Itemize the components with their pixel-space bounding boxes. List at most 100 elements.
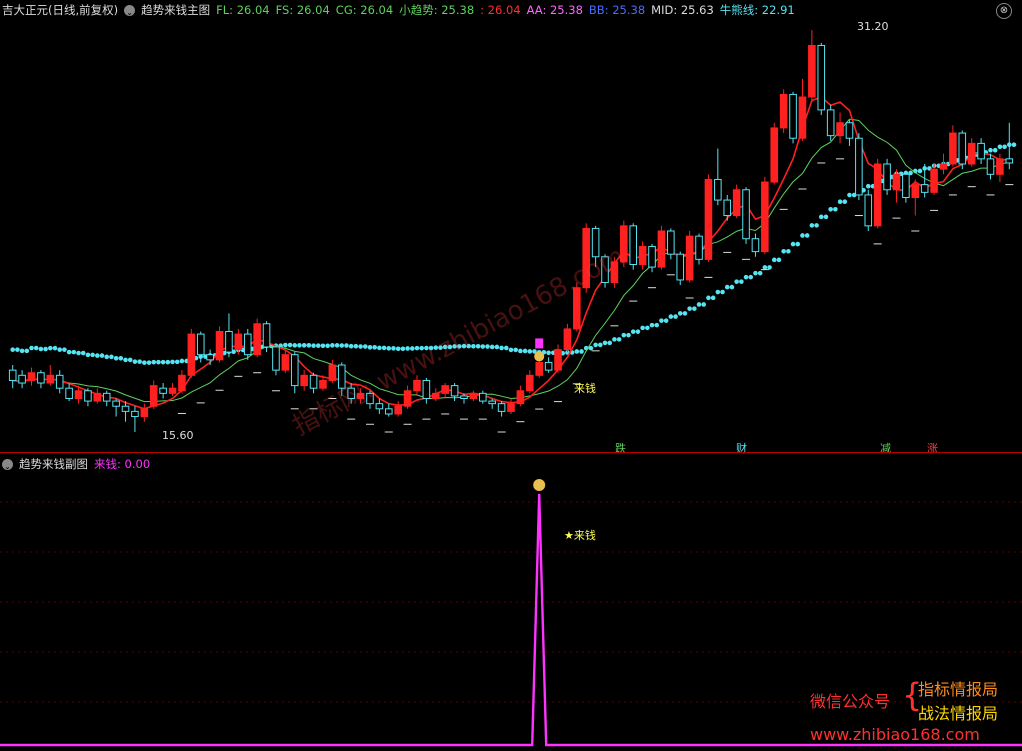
bull-bear-dot	[715, 289, 721, 295]
candle-body	[516, 390, 525, 405]
bull-bear-dot	[640, 325, 645, 331]
bull-bear-dot	[311, 343, 316, 348]
bull-bear-dot	[315, 343, 321, 348]
bull-bear-dot	[292, 343, 298, 348]
candle-body	[46, 374, 55, 384]
bull-bear-dot	[1011, 142, 1017, 148]
candle-body	[883, 163, 891, 191]
bull-bear-dot	[706, 295, 711, 301]
bull-bear-dot	[659, 318, 664, 323]
bull-bear-dot	[626, 332, 631, 338]
bull-bear-dot	[696, 302, 702, 307]
bull-bear-dot	[522, 348, 528, 354]
bull-bear-dot	[85, 352, 91, 358]
candle-body	[554, 349, 562, 371]
candle-body	[469, 392, 478, 400]
candle-body	[789, 93, 797, 139]
bull-bear-dot	[362, 344, 368, 349]
candle-body	[939, 163, 948, 170]
bull-bear-dot	[71, 349, 77, 355]
signal-box	[535, 338, 544, 349]
close-icon[interactable]: ⊗	[996, 3, 1012, 19]
candle-body	[902, 173, 910, 199]
bull-bear-dot	[339, 343, 345, 348]
candle-body	[460, 395, 468, 399]
bull-bear-dot	[724, 284, 730, 290]
main-chart-panel[interactable]: 吉大正元(日线,前复权) ⌄ 趋势来钱主图 FL: 26.04 FS: 26.0…	[0, 0, 1022, 455]
bull-bear-dot	[837, 199, 843, 205]
bull-bear-dot	[833, 206, 838, 212]
bull-bear-dot	[372, 345, 377, 350]
candle-body	[65, 387, 73, 400]
bull-bear-dot	[616, 337, 622, 342]
candle-body	[667, 230, 675, 255]
bull-bear-dot	[358, 344, 363, 349]
candle-body	[648, 245, 656, 268]
bull-bear-dot	[612, 337, 617, 342]
bull-bear-dot	[598, 342, 603, 348]
bull-bear-dot	[809, 223, 815, 228]
candle-body	[526, 374, 534, 392]
bull-bear-dot	[306, 343, 312, 348]
bull-bear-dot	[151, 359, 157, 365]
bull-bear-dot	[814, 223, 819, 228]
sub-chart-panel[interactable]: ⌄ 趋势来钱副图 来钱: 0.00 ★来钱 微信公众号 { 指标情报局 战法情报…	[0, 452, 1022, 751]
candle-body	[742, 189, 750, 240]
bull-bear-dot	[645, 325, 650, 331]
bull-bear-dot	[630, 329, 636, 334]
candle-body	[704, 178, 713, 260]
settings-circle-icon[interactable]: ⌄	[124, 4, 136, 17]
candle-body	[845, 122, 854, 139]
bull-bear-dot	[828, 206, 833, 212]
bull-bear-dot	[842, 199, 848, 205]
main-indicator-name[interactable]: 趋势来钱主图	[141, 2, 210, 18]
settings-circle-icon[interactable]: ⌄	[2, 458, 13, 471]
bull-bear-dot	[692, 306, 697, 311]
bull-bear-dot	[301, 343, 307, 348]
candle-body	[84, 390, 92, 402]
bull-bear-dot	[818, 214, 824, 220]
main-header: 吉大正元(日线,前复权) ⌄ 趋势来钱主图 FL: 26.04 FS: 26.0…	[2, 2, 795, 18]
brand-1: 指标情报局	[918, 680, 999, 699]
bull-bear-dot	[297, 343, 302, 348]
sub-indicator-name[interactable]: 趋势来钱副图	[19, 456, 88, 472]
candle-body	[178, 374, 186, 392]
candle-body	[281, 354, 290, 371]
candle-body	[102, 392, 111, 402]
bull-bear-dot	[113, 356, 119, 361]
bull-bear-dot	[334, 343, 340, 348]
bull-bear-dot	[677, 311, 683, 316]
candlestick-chart[interactable]	[0, 0, 1022, 452]
bull-bear-dot	[739, 279, 744, 284]
candle-body	[930, 168, 938, 193]
bull-bear-dot	[621, 332, 627, 338]
bull-bear-dot	[330, 343, 335, 348]
stock-title[interactable]: 吉大正元(日线,前复权)	[2, 2, 118, 18]
bull-bear-dot	[748, 274, 754, 280]
bull-bear-dot	[48, 345, 53, 351]
bull-bear-dot	[649, 322, 655, 328]
wechat-label: 微信公众号	[810, 692, 891, 711]
candle-body	[328, 364, 337, 381]
trend-value: 小趋势: 25.38	[399, 3, 475, 17]
bull-bear-dot	[687, 306, 692, 311]
bull-bear-dot	[52, 345, 58, 351]
candle-body	[422, 379, 431, 400]
candle-body	[272, 346, 280, 371]
candle-body	[441, 385, 449, 394]
bull-bear-dot	[174, 359, 180, 365]
candle-body	[563, 328, 572, 351]
bull-bear-dot	[663, 318, 669, 323]
bull-bear-dot	[781, 248, 786, 254]
candle-body	[507, 403, 515, 412]
bull-bear-dot	[513, 347, 519, 353]
site-url[interactable]: www.zhibiao168.com	[810, 725, 980, 744]
candle-body	[535, 361, 543, 376]
candle-body	[27, 372, 36, 381]
candle-body	[479, 392, 487, 402]
candle-body	[676, 253, 685, 281]
candle-body	[225, 331, 233, 353]
bull-bear-dot	[24, 348, 30, 354]
bull-bear-dot	[865, 183, 871, 189]
candle-body	[300, 374, 308, 387]
